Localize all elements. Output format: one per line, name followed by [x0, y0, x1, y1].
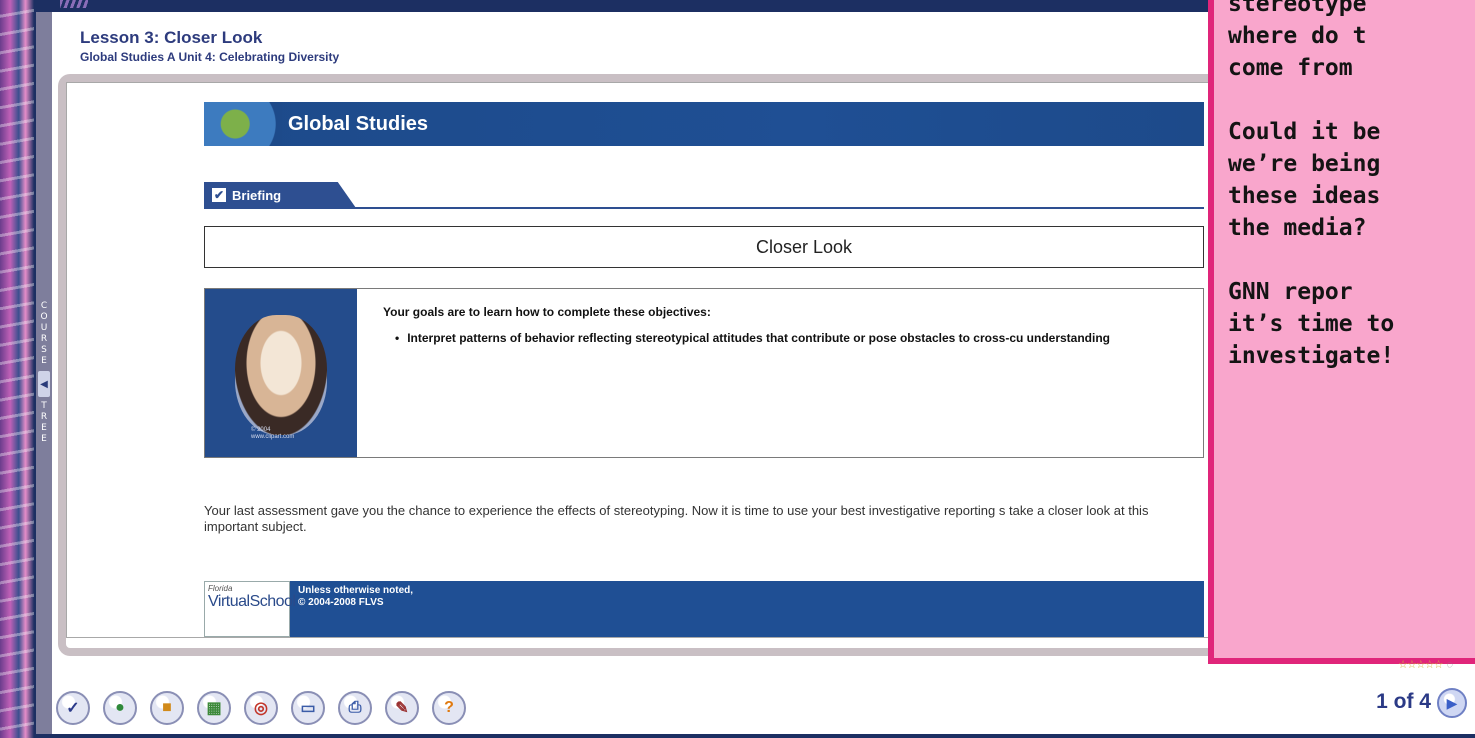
message-window-icon[interactable]: ▭	[291, 691, 325, 725]
goal-item: Interpret patterns of behavior reflectin…	[395, 331, 1205, 346]
target-icon[interactable]: ◎	[244, 691, 278, 725]
callout-line: Could it be	[1228, 119, 1381, 145]
lesson-subtitle: Global Studies A Unit 4: Celebrating Div…	[80, 50, 340, 64]
callout-line: where do t	[1228, 23, 1367, 49]
rating-stars[interactable]: ☆☆☆☆☆ ◌	[1398, 658, 1453, 671]
comment-bubble-icon[interactable]: ◌	[1446, 659, 1453, 671]
goals-box: © 2004 www.clipart.com Your goals are to…	[204, 288, 1204, 458]
course-tree-toggle-icon[interactable]: ◀	[38, 371, 50, 397]
help-icon[interactable]: ?	[432, 691, 466, 725]
gradebook-icon[interactable]: ▦	[197, 691, 231, 725]
callout-line: these ideas	[1228, 183, 1381, 209]
course-tree-label-top: COURSE	[40, 301, 48, 366]
callout-line: stereotype	[1228, 0, 1367, 17]
next-page-icon[interactable]: ▶	[1437, 688, 1467, 718]
briefing-tab[interactable]: ✔ Briefing	[204, 182, 356, 208]
callout-line: the media?	[1228, 215, 1367, 241]
photo-credit-site: www.clipart.com	[251, 434, 295, 440]
callout-paragraph-2: Could it be we’re being these ideas the …	[1228, 116, 1475, 244]
globe-map-icon	[204, 102, 282, 146]
callout-line: we’re being	[1228, 151, 1381, 177]
global-studies-banner: Global Studies	[204, 102, 1204, 146]
callout-box: stereotype where do t come from Could it…	[1208, 0, 1475, 664]
footer-bar: Florida VirtualSchool Unless otherwise n…	[204, 581, 1204, 637]
callout-paragraph-1: stereotype where do t come from	[1228, 0, 1475, 84]
course-arrow-icon[interactable]: ●	[103, 691, 137, 725]
briefing-divider	[204, 207, 1204, 209]
flvs-logo: Florida VirtualSchool	[204, 581, 296, 637]
tools-icon[interactable]: ✎	[385, 691, 419, 725]
flvs-logo-virtual: Virtual	[208, 593, 250, 610]
corner-mark	[60, 0, 88, 8]
grade-check-icon[interactable]: ✓	[56, 691, 90, 725]
course-tree-panel[interactable]: COURSE ◀ TREE	[36, 12, 52, 734]
photo-credit: © 2004 www.clipart.com	[251, 427, 294, 441]
course-tree-label-bottom: TREE	[40, 401, 48, 444]
banner-title: Global Studies	[288, 112, 429, 135]
left-decorative-border	[0, 0, 34, 738]
lesson-title: Lesson 3: Closer Look	[80, 28, 263, 47]
bottom-toolbar: ✓ ● ■ ▦ ◎ ▭ ⎙ ✎ ?	[56, 690, 466, 726]
section-title: Closer Look	[755, 236, 853, 257]
assessment-box-icon[interactable]: ■	[150, 691, 184, 725]
goals-list: Interpret patterns of behavior reflectin…	[395, 331, 1205, 346]
goals-heading: Your goals are to learn how to complete …	[383, 305, 711, 319]
photo-credit-year: © 2004	[251, 427, 271, 433]
student-photo: © 2004 www.clipart.com	[205, 289, 357, 457]
flvs-logo-small: Florida	[208, 584, 233, 593]
footer-note-line-1: Unless otherwise noted,	[298, 585, 414, 596]
callout-line: it’s time to	[1228, 311, 1395, 337]
callout-line: GNN repor	[1228, 279, 1353, 305]
flvs-logo-big: VirtualSchool	[208, 593, 296, 611]
page-count: 1 of 4	[1376, 690, 1431, 713]
callout-line: investigate!	[1228, 343, 1395, 369]
flvs-logo-school: School	[249, 593, 296, 610]
callout-line: come from	[1228, 55, 1353, 81]
page-navigation: ☆☆☆☆☆ ◌ 1 of 4 ▶	[1351, 654, 1471, 734]
footer-note: Unless otherwise noted, © 2004-2008 FLVS	[298, 585, 413, 609]
footer-note-line-2: © 2004-2008 FLVS	[298, 597, 384, 608]
checkbox-checked-icon: ✔	[212, 188, 226, 202]
briefing-tab-label: Briefing	[232, 187, 282, 203]
intro-paragraph: Your last assessment gave you the chance…	[204, 503, 1149, 534]
student-image	[235, 315, 327, 435]
print-icon[interactable]: ⎙	[338, 691, 372, 725]
star-rating-icon[interactable]: ☆☆☆☆☆	[1398, 659, 1443, 671]
callout-paragraph-3: GNN repor it’s time to investigate!	[1228, 276, 1475, 372]
section-title-box: Closer Look	[204, 226, 1204, 268]
